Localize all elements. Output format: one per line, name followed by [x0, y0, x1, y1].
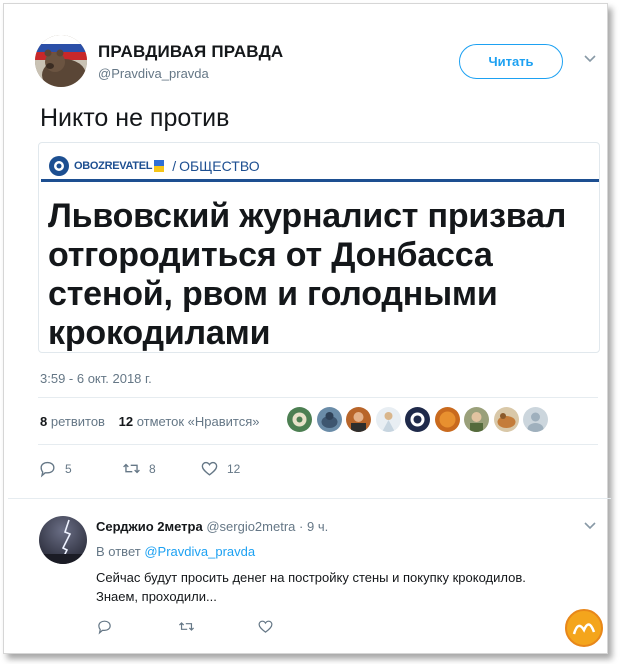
- card-headline: Львовский журналист призвал отгородиться…: [48, 197, 567, 352]
- card-rule: [41, 179, 599, 182]
- like-button[interactable]: 12: [200, 459, 240, 478]
- retweet-count: 8: [149, 461, 156, 476]
- liker-avatar[interactable]: [523, 407, 548, 432]
- reply-author-avatar[interactable]: [39, 516, 87, 564]
- link-card[interactable]: OBOZREVATEL / ОБЩЕСТВО Львовский журнали…: [38, 142, 600, 353]
- reply-count: 5: [65, 461, 72, 476]
- reply-icon: [40, 461, 55, 478]
- tweet-timestamp[interactable]: 3:59 - 6 окт. 2018 г.: [40, 371, 152, 386]
- author-name[interactable]: ПРАВДИВАЯ ПРАВДА: [98, 42, 283, 62]
- like-icon: [201, 461, 218, 476]
- reply-actions: [4, 618, 607, 638]
- reply-retweet-button[interactable]: [178, 618, 195, 635]
- divider: [8, 498, 611, 499]
- site-watermark-logo: [565, 609, 603, 647]
- tweet-stats: 8 ретвитов 12 отметок «Нравится»: [40, 414, 259, 429]
- card-section: ОБЩЕСТВО: [179, 158, 260, 174]
- tweet-frame: ПРАВДИВАЯ ПРАВДА @Pravdiva_pravda Читать…: [3, 3, 611, 654]
- reply-author-handle[interactable]: @sergio2metra: [206, 519, 295, 534]
- tweet-actions: 5 8 12: [4, 459, 607, 479]
- liker-avatar[interactable]: [464, 407, 489, 432]
- like-icon: [258, 620, 273, 633]
- retweets-count[interactable]: 8: [40, 414, 47, 429]
- reply-to: В ответ @Pravdiva_pravda: [96, 544, 255, 559]
- likes-label[interactable]: отметок «Нравится»: [137, 414, 260, 429]
- reply-author-name[interactable]: Серджио 2метра: [96, 519, 203, 534]
- liker-avatar[interactable]: [287, 407, 312, 432]
- caret-down-icon[interactable]: [583, 54, 597, 64]
- reply-header: Серджио 2метра @sergio2metra · 9 ч.: [96, 519, 328, 534]
- likers-avatars: [287, 407, 553, 432]
- card-brand-name: OBOZREVATEL: [74, 160, 153, 172]
- retweet-icon: [123, 463, 140, 474]
- likes-count[interactable]: 12: [119, 414, 133, 429]
- reply-to-mention[interactable]: @Pravdiva_pravda: [144, 544, 255, 559]
- liker-avatar[interactable]: [434, 407, 460, 432]
- ukraine-flag-icon: [154, 160, 165, 172]
- card-brand: OBOZREVATEL / ОБЩЕСТВО: [48, 154, 260, 178]
- follow-button[interactable]: Читать: [459, 44, 563, 79]
- retweets-label[interactable]: ретвитов: [51, 414, 105, 429]
- liker-avatar[interactable]: [493, 407, 519, 432]
- retweet-icon: [178, 622, 195, 631]
- liker-avatar[interactable]: [375, 407, 401, 432]
- like-count: 12: [227, 461, 241, 476]
- tweet-text: Никто не против: [40, 104, 230, 132]
- liker-avatar[interactable]: [346, 407, 371, 432]
- reply-text: Сейчас будут просить денег на постройку …: [96, 570, 526, 604]
- reply-icon: [98, 620, 111, 635]
- reply-like-button[interactable]: [257, 618, 274, 635]
- reply-to-label: В ответ: [96, 544, 141, 559]
- reply-button[interactable]: 5: [38, 459, 72, 478]
- author-avatar[interactable]: [35, 35, 87, 87]
- obozrevatel-logo-icon: [49, 156, 69, 176]
- divider: [38, 397, 598, 398]
- caret-down-icon[interactable]: [583, 521, 597, 531]
- divider: [38, 444, 598, 445]
- reply-time[interactable]: · 9 ч.: [299, 519, 328, 534]
- reply-reply-button[interactable]: [96, 618, 113, 635]
- retweet-button[interactable]: 8: [122, 459, 156, 478]
- card-separator: /: [172, 158, 177, 174]
- author-handle[interactable]: @Pravdiva_pravda: [98, 66, 209, 81]
- liker-avatar[interactable]: [405, 407, 430, 432]
- liker-avatar[interactable]: [316, 407, 342, 432]
